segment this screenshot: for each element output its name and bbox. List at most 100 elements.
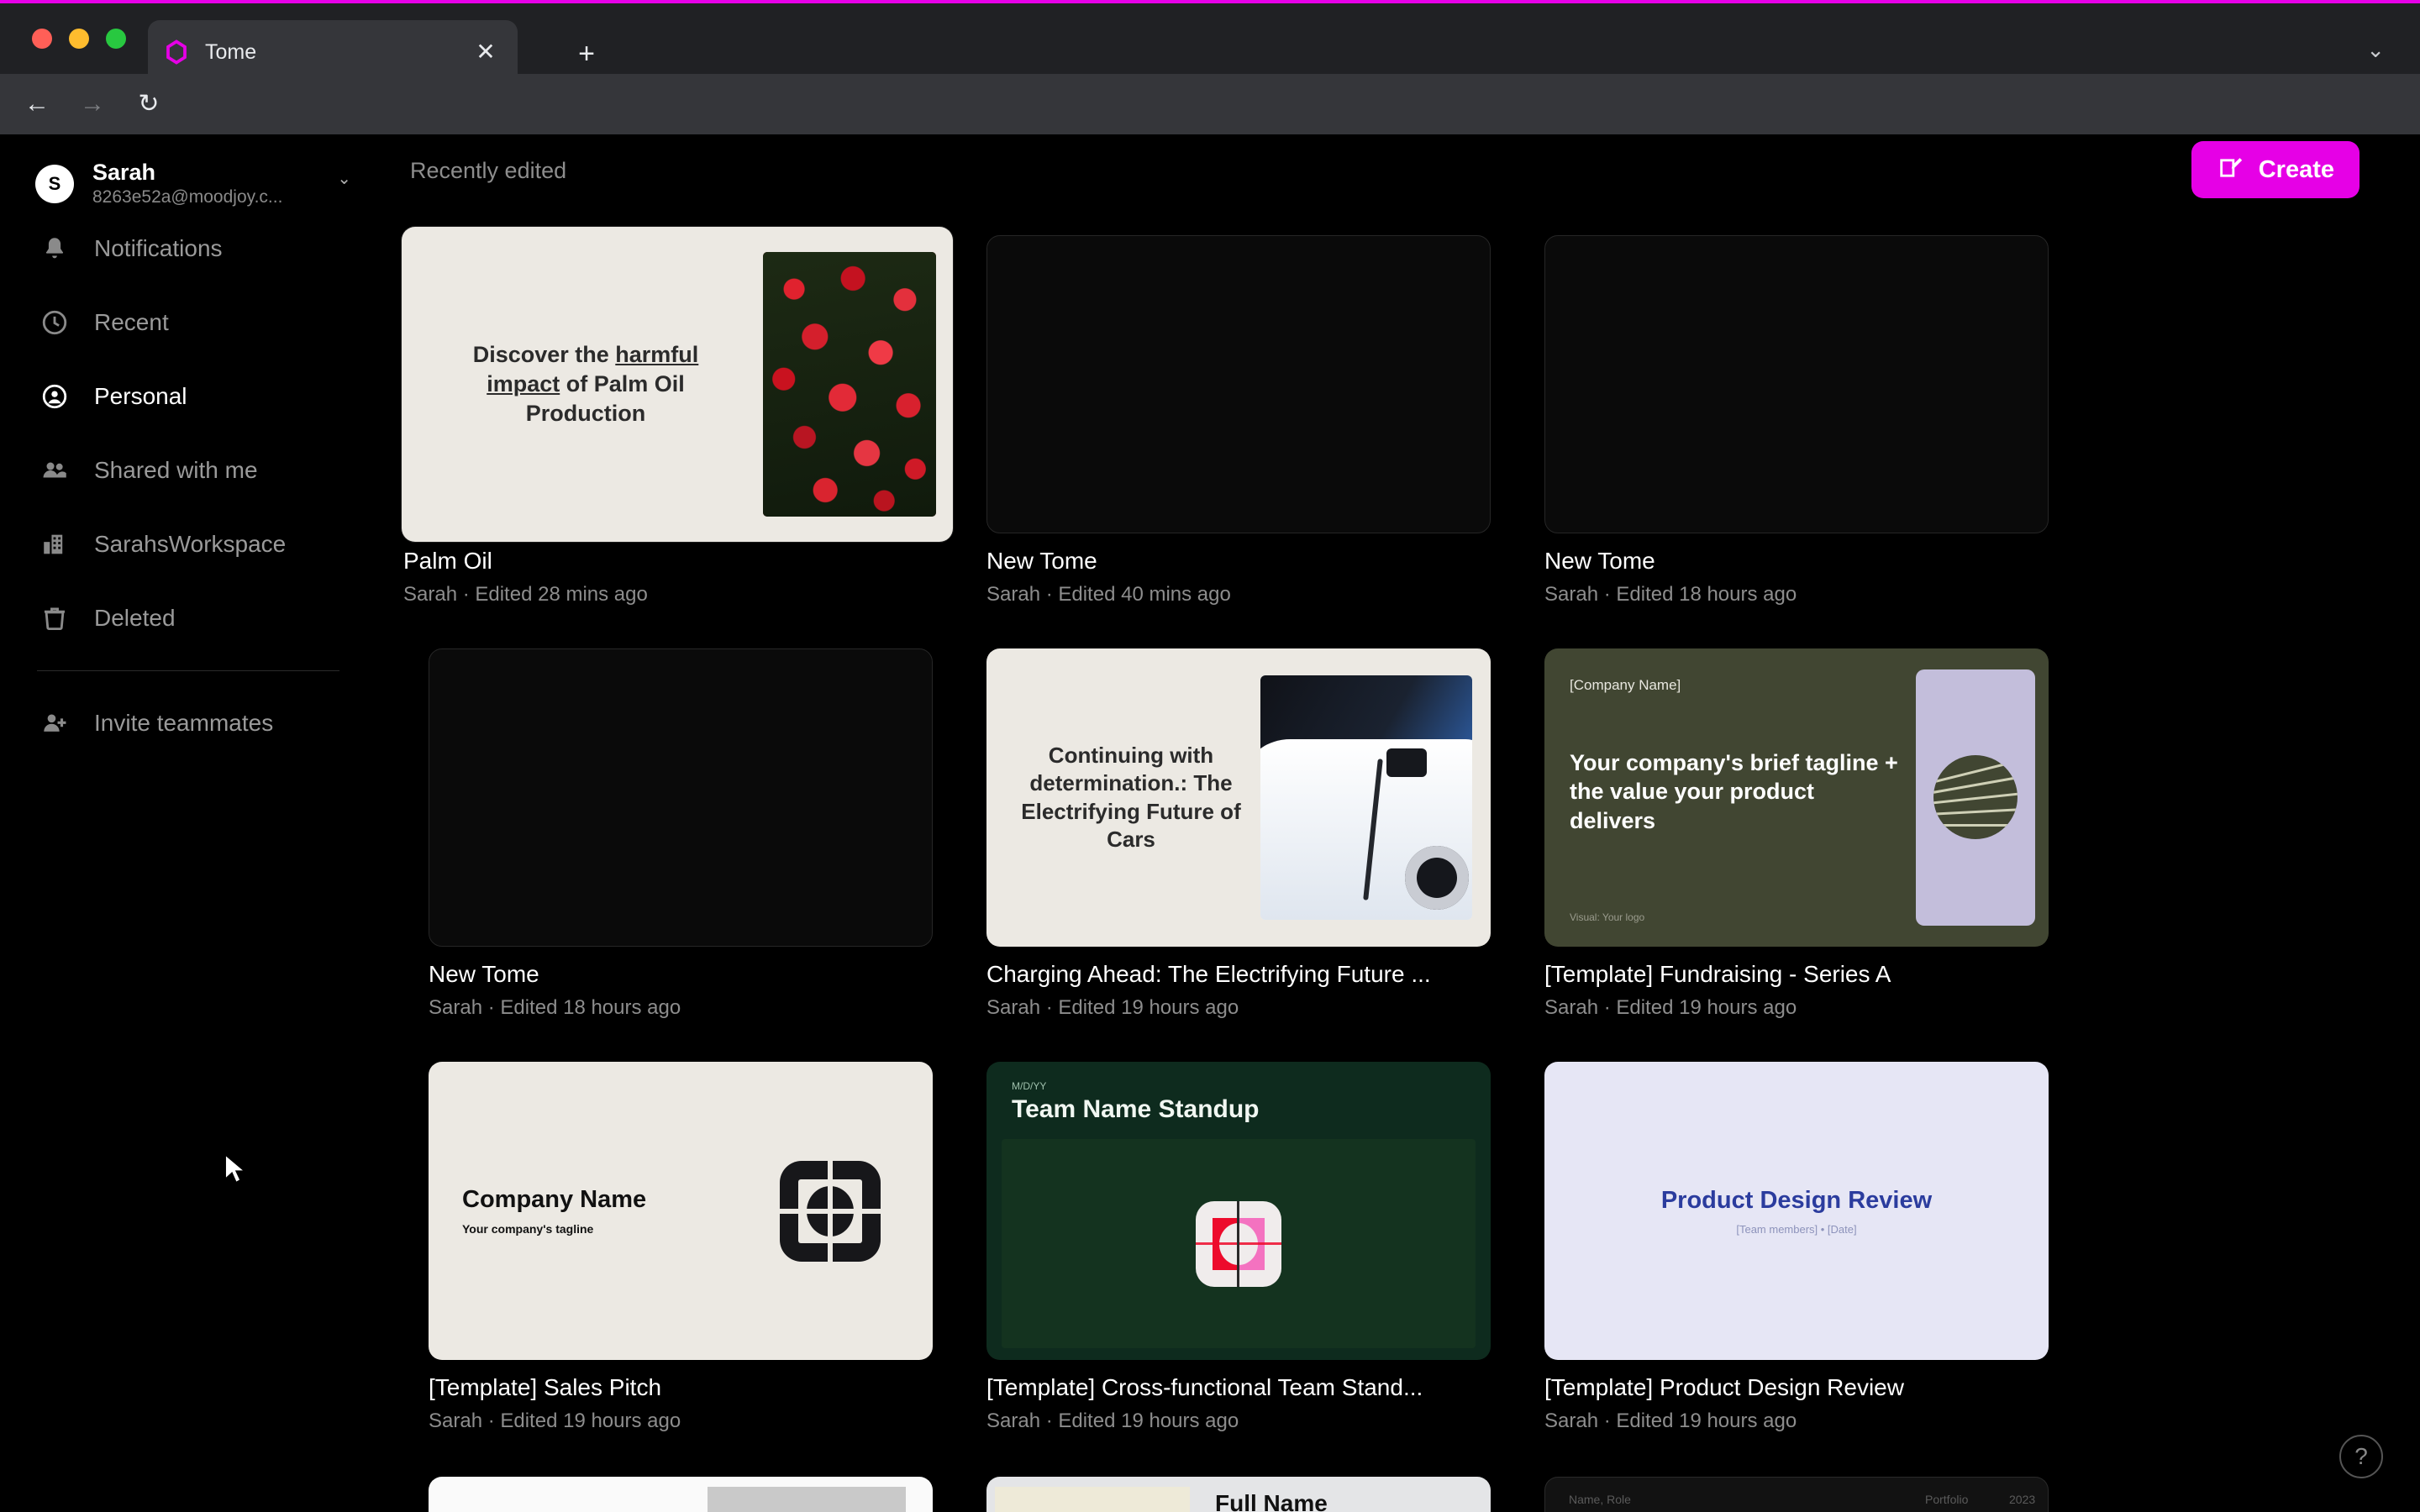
tome-card-meta: [Template] Cross-functional Team Stand..… [986,1374,1491,1433]
sidebar-item-notifications[interactable]: Notifications [0,212,376,286]
forward-button[interactable]: → [74,86,111,123]
tome-title: [Template] Sales Pitch [429,1374,662,1400]
tome-card[interactable]: Product Design Review [Team members] • [… [1514,1062,2072,1475]
tome-card[interactable]: M/D/YY Team Name Standup [Template] Cros… [956,1062,1514,1475]
tome-thumbnail[interactable]: M/D/YY Team Name Standup [986,1062,1491,1360]
main-content: Recently edited Create Discover the harm… [376,134,2420,1512]
building-icon [37,527,72,562]
slide-heading-part: of Palm Oil [560,370,685,396]
tome-card-meta: New Tome Sarah · Edited 18 hours ago [1544,548,2049,606]
back-button[interactable]: ← [18,86,55,123]
tome-card[interactable]: New Tome Sarah · Edited 40 mins ago [956,235,1514,648]
browser-chrome: Tome ✕ + ⌄ ← → ↻ tome.app/sarahsworkspac… [0,0,2420,198]
create-button-label: Create [2258,155,2334,183]
tome-title: New Tome [429,961,539,987]
trash-icon [37,601,72,636]
sidebar-item-shared-with-me[interactable]: Shared with me [0,433,376,507]
next-row-partial: Full Name Name, Role Portfolio 2023 [398,1477,2398,1512]
tome-card[interactable]: Discover the harmful impact of Palm Oil Pr… [398,227,956,648]
slide-preview: Product Design Review [Team members] • [… [1544,1062,2049,1360]
tome-title: Charging Ahead: The Electrifying Future … [986,961,1431,987]
tome-title: [Template] Product Design Review [1544,1374,1904,1400]
tome-card-meta: New Tome Sarah · Edited 40 mins ago [986,548,1491,606]
create-button[interactable]: Create [2191,141,2360,198]
tome-card-meta: New Tome Sarah · Edited 18 hours ago [429,961,933,1020]
close-icon[interactable]: ✕ [469,40,502,64]
tome-subtitle: Sarah · Edited 19 hours ago [986,1410,1239,1432]
help-button[interactable]: ? [2339,1435,2383,1478]
slide-heading-emphasis: impact [487,370,560,396]
tome-thumbnail[interactable] [429,648,933,947]
slide-label: 2023 [2009,1493,2036,1506]
sidebar-item-label: Shared with me [94,457,258,483]
new-tab-button[interactable]: + [568,35,605,72]
tome-card-meta: [Template] Sales Pitch Sarah · Edited 19… [429,1374,933,1433]
window-accent-edge [0,0,2420,3]
avatar: S [35,165,74,203]
tome-card[interactable]: [Company Name] Your company's brief tagl… [1514,648,2072,1062]
slide-heading-part: Production [525,401,646,427]
slide-date-placeholder: M/D/YY [1012,1080,1047,1092]
tome-title: New Tome [1544,548,1655,574]
account-switcher[interactable]: S Sarah 8263e52a@moodjoy.c... ⌄ [0,134,376,212]
tome-card[interactable]: Company Name Your company's tagline [Tem… [398,1062,956,1475]
tome-subtitle: Sarah · Edited 19 hours ago [429,1410,681,1432]
tab-title: Tome [205,39,257,64]
sidebar-item-invite-teammates[interactable]: Invite teammates [0,686,376,760]
sidebar-item-label: Notifications [94,235,223,261]
tome-thumbnail[interactable]: Company Name Your company's tagline [429,1062,933,1360]
tome-app: S Sarah 8263e52a@moodjoy.c... ⌄ Notifica… [0,134,2420,1512]
tome-title: [Template] Fundraising - Series A [1544,961,1891,987]
slide-heading-part: Discover the [472,341,616,367]
tome-subtitle: Sarah · Edited 28 mins ago [403,583,648,606]
slide-preview: [Company Name] Your company's brief tagl… [1544,648,2049,947]
divider [37,670,339,671]
slide-heading-emphasis: harmful [615,341,699,367]
tome-title: Palm Oil [403,548,492,574]
slide-heading: Product Design Review [1660,1186,1933,1214]
slide-logo-panel [1916,669,2035,927]
tome-thumbnail[interactable]: Product Design Review [Team members] • [… [1544,1062,2049,1360]
sidebar-item-sarahsworkspace[interactable]: SarahsWorkspace [0,507,376,581]
people-icon [37,453,72,488]
slide-text-column: Company Name Your company's tagline [429,1186,780,1236]
tome-thumbnail[interactable]: [Company Name] Your company's brief tagl… [1544,648,2049,947]
chevron-down-icon[interactable]: ⌄ [2366,37,2385,63]
tome-card[interactable]: New Tome Sarah · Edited 18 hours ago [398,648,956,1062]
white-ev-charging-photo [1260,675,1472,921]
tome-thumbnail[interactable]: Discover the harmful impact of Palm Oil Pr… [402,227,953,542]
slide-preview: M/D/YY Team Name Standup [986,1062,1491,1360]
slide-preview: Discover the harmful impact of Palm Oil Pr… [402,227,953,542]
sidebar-item-deleted[interactable]: Deleted [0,581,376,655]
slide-label: Name, Role [1569,1493,1631,1506]
page-title: Recently edited [410,158,567,183]
tome-title: New Tome [986,548,1097,574]
slide-body-panel [1002,1139,1476,1348]
sidebar-item-recent[interactable]: Recent [0,286,376,360]
slide-heading: Your company's brief tagline + the value… [1570,750,1898,833]
reload-button[interactable]: ↻ [130,86,167,123]
sidebar-item-label: Deleted [94,605,176,631]
tome-subtitle: Sarah · Edited 18 hours ago [1544,583,1797,606]
slide-subheading: [Team members] • [Date] [1736,1222,1857,1236]
tome-thumbnail[interactable] [429,1477,933,1512]
slide-label: Portfolio [1925,1493,1969,1506]
tome-thumbnail[interactable]: Full Name [986,1477,1491,1512]
tome-thumbnail[interactable] [986,235,1491,533]
chevron-down-icon[interactable]: ⌄ [337,168,376,201]
tome-card-meta: Palm Oil Sarah · Edited 28 mins ago [403,548,908,606]
tome-card-meta: [Template] Fundraising - Series A Sarah … [1544,961,2049,1020]
account-email: 8263e52a@moodjoy.c... [92,186,283,207]
sidebar-item-label: Personal [94,383,187,409]
wave-circle-icon [1933,755,2018,840]
tome-card[interactable]: New Tome Sarah · Edited 18 hours ago [1514,235,2072,648]
tome-card[interactable]: Continuing with determination.: The Elec… [956,648,1514,1062]
sidebar-item-personal[interactable]: Personal [0,360,376,433]
slide-heading: Full Name [1215,1490,1328,1512]
bell-icon [37,231,72,266]
tome-thumbnail[interactable]: Continuing with determination.: The Elec… [986,648,1491,947]
tome-thumbnail[interactable] [1544,235,2049,533]
slide-preview: Continuing with determination.: The Elec… [986,648,1491,947]
tome-subtitle: Sarah · Edited 18 hours ago [429,996,681,1019]
tome-thumbnail[interactable]: Name, Role Portfolio 2023 [1544,1477,2049,1512]
